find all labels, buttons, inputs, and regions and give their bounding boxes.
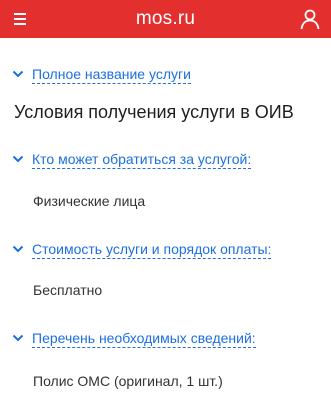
full-name-link[interactable]: Полное название услуги [32,65,191,84]
who-can-apply-link[interactable]: Кто может обратиться за услугой: [32,150,252,169]
chevron-down-icon [12,334,24,342]
who-can-apply-toggle[interactable]: Кто может обратиться за услугой: [12,150,252,169]
hamburger-menu-icon[interactable] [12,9,32,29]
site-title[interactable]: mos.ru [136,8,195,30]
chevron-down-icon [12,70,24,78]
chevron-down-icon [12,155,24,163]
cost-toggle[interactable]: Стоимость услуги и порядок оплаты: [12,240,272,259]
full-name-toggle[interactable]: Полное название услуги [12,65,191,84]
top-header: mos.ru [0,0,331,38]
required-docs-value: Полис ОМС (оригинал, 1 шт.) [33,373,223,389]
clipped-previous-text: ... [40,38,52,42]
conditions-heading: Условия получения услуги в ОИВ [14,102,294,122]
cost-value: Бесплатно [33,282,103,298]
chevron-down-icon [12,245,24,253]
required-docs-link[interactable]: Перечень необходимых сведений: [32,329,256,348]
who-can-apply-value: Физические лица [33,193,146,209]
cost-link[interactable]: Стоимость услуги и порядок оплаты: [32,240,272,259]
required-docs-toggle[interactable]: Перечень необходимых сведений: [12,329,256,348]
user-icon[interactable] [299,8,321,30]
